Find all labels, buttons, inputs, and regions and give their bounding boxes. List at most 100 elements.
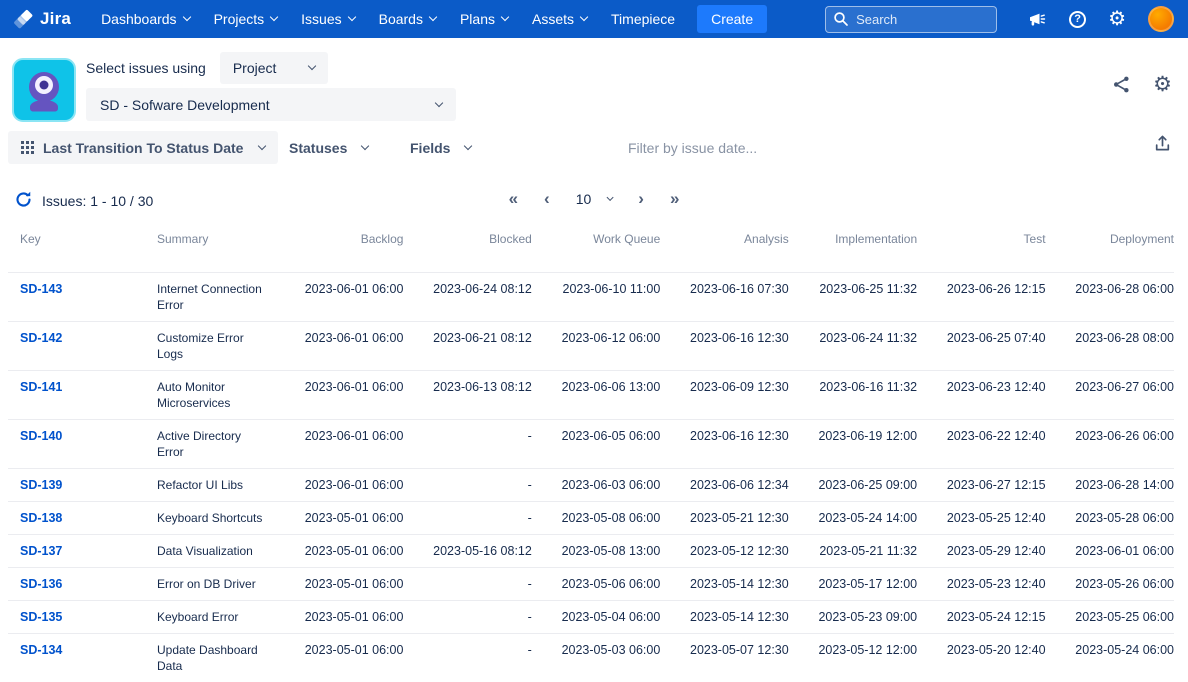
avatar[interactable]: [1148, 6, 1174, 32]
cell-analysis: 2023-05-07 12:30: [660, 642, 788, 674]
issue-key-link[interactable]: SD-134: [20, 643, 62, 657]
cell-test: 2023-06-27 12:15: [917, 477, 1045, 493]
cell-blocked: 2023-05-16 08:12: [403, 543, 531, 559]
cell-backlog: 2023-06-01 06:00: [275, 477, 403, 493]
project-select[interactable]: SD - Sofware Development: [86, 88, 456, 121]
nav-item-plans[interactable]: Plans: [448, 0, 520, 38]
cell-implementation: 2023-06-16 11:32: [789, 379, 917, 411]
cell-blocked: 2023-06-24 08:12: [403, 281, 531, 313]
issue-key-link[interactable]: SD-137: [20, 544, 62, 558]
cell-blocked: -: [403, 609, 531, 625]
cell-backlog: 2023-06-01 06:00: [275, 379, 403, 411]
cell-work-queue: 2023-06-05 06:00: [532, 428, 660, 460]
jira-logo-text: Jira: [40, 9, 71, 29]
fields-dropdown[interactable]: Fields: [410, 131, 471, 164]
cell-key: SD-141: [8, 379, 157, 411]
table-row: SD-138Keyboard Shortcuts2023-05-01 06:00…: [8, 501, 1174, 534]
issue-summary: Keyboard Error: [157, 609, 275, 625]
cell-deployment: 2023-06-28 14:00: [1046, 477, 1174, 493]
cell-key: SD-135: [8, 609, 157, 625]
column-header-work-queue: Work Queue: [532, 232, 660, 246]
select-mode-dropdown[interactable]: Project: [220, 52, 329, 84]
date-field-selector[interactable]: Last Transition To Status Date: [8, 131, 278, 164]
cell-implementation: 2023-05-24 14:00: [789, 510, 917, 526]
table-header: KeySummaryBacklogBlockedWork QueueAnalys…: [0, 232, 1188, 246]
cell-backlog: 2023-05-01 06:00: [275, 642, 403, 674]
cell-deployment: 2023-06-28 08:00: [1046, 330, 1174, 362]
statuses-label: Statuses: [289, 140, 347, 156]
jira-logo[interactable]: Jira: [14, 9, 71, 30]
issue-key-link[interactable]: SD-136: [20, 577, 62, 591]
issue-summary: Data Visualization: [157, 543, 275, 559]
nav-item-assets[interactable]: Assets: [520, 0, 599, 38]
issue-date-filter-input[interactable]: [620, 133, 870, 163]
select-mode-value: Project: [233, 60, 277, 76]
announcement-icon[interactable]: [1027, 9, 1047, 29]
issue-key-link[interactable]: SD-141: [20, 380, 62, 394]
cell-blocked: 2023-06-13 08:12: [403, 379, 531, 411]
refresh-icon[interactable]: [14, 190, 33, 214]
cell-blocked: -: [403, 510, 531, 526]
search-input[interactable]: [825, 6, 997, 33]
cell-key: SD-137: [8, 543, 157, 559]
nav-item-label: Dashboards: [101, 11, 177, 27]
create-button[interactable]: Create: [697, 5, 767, 33]
cell-work-queue: 2023-05-08 06:00: [532, 510, 660, 526]
cell-implementation: 2023-05-21 11:32: [789, 543, 917, 559]
issue-key-link[interactable]: SD-140: [20, 429, 62, 443]
first-page-button[interactable]: «: [509, 188, 518, 210]
table-row: SD-134 Update Dashboard Data2023-05-01 06…: [8, 633, 1174, 682]
page-size-select[interactable]: 10: [576, 191, 613, 207]
statuses-dropdown[interactable]: Statuses: [289, 131, 368, 164]
gadget-settings-icon[interactable]: ⚙: [1153, 74, 1172, 95]
cell-implementation: 2023-06-24 11:32: [789, 330, 917, 362]
issue-key-link[interactable]: SD-138: [20, 511, 62, 525]
select-issues-label: Select issues using: [86, 60, 206, 76]
nav-item-projects[interactable]: Projects: [202, 0, 290, 38]
cell-test: 2023-05-25 12:40: [917, 510, 1045, 526]
issue-key-link[interactable]: SD-139: [20, 478, 62, 492]
issue-summary: Update Dashboard Data: [157, 642, 275, 674]
export-button[interactable]: [1153, 134, 1172, 156]
cell-backlog: 2023-05-01 06:00: [275, 543, 403, 559]
share-icon[interactable]: [1112, 75, 1131, 94]
cell-deployment: 2023-05-25 06:00: [1046, 609, 1174, 625]
help-icon[interactable]: ?: [1069, 11, 1086, 28]
cell-work-queue: 2023-05-03 06:00: [532, 642, 660, 674]
chevron-down-icon: [606, 193, 613, 200]
cell-implementation: 2023-05-12 12:00: [789, 642, 917, 674]
nav-item-label: Projects: [214, 11, 265, 27]
issue-key-link[interactable]: SD-135: [20, 610, 62, 624]
settings-icon[interactable]: ⚙: [1108, 9, 1126, 29]
nav-item-timepiece[interactable]: Timepiece: [599, 0, 687, 38]
chevron-down-icon: [361, 141, 369, 149]
last-page-button[interactable]: »: [670, 188, 679, 210]
issue-key-link[interactable]: SD-142: [20, 331, 62, 345]
chevron-down-icon: [182, 13, 190, 21]
prev-page-button[interactable]: ‹: [544, 188, 550, 210]
navbar-search[interactable]: [825, 6, 997, 33]
chevron-down-icon: [501, 13, 509, 21]
cell-blocked: -: [403, 477, 531, 493]
nav-item-dashboards[interactable]: Dashboards: [89, 0, 202, 38]
nav-item-issues[interactable]: Issues: [289, 0, 366, 38]
cell-implementation: 2023-06-25 11:32: [789, 281, 917, 313]
table-row: SD-142Customize Error Logs2023-06-01 06:…: [8, 321, 1174, 370]
table-row: SD-141Auto Monitor Microservices2023-06-…: [8, 370, 1174, 419]
fields-label: Fields: [410, 140, 450, 156]
cell-backlog: 2023-06-01 06:00: [275, 281, 403, 313]
search-icon: [833, 11, 849, 27]
select-issues-row: Select issues using Project: [86, 51, 328, 84]
cell-deployment: 2023-05-28 06:00: [1046, 510, 1174, 526]
cell-key: SD-139: [8, 477, 157, 493]
nav-item-boards[interactable]: Boards: [367, 0, 448, 38]
cell-blocked: 2023-06-21 08:12: [403, 330, 531, 362]
issue-key-link[interactable]: SD-143: [20, 282, 62, 296]
top-navbar: Jira Dashboards Projects IssuesBoardsPlans…: [0, 0, 1188, 38]
cell-deployment: 2023-05-24 06:00: [1046, 642, 1174, 674]
chevron-down-icon: [429, 13, 437, 21]
table-row: SD-140Active Directory Error2023-06-01 0…: [8, 419, 1174, 468]
next-page-button[interactable]: ›: [638, 188, 644, 210]
chevron-down-icon: [308, 61, 316, 69]
cell-key: SD-140: [8, 428, 157, 460]
